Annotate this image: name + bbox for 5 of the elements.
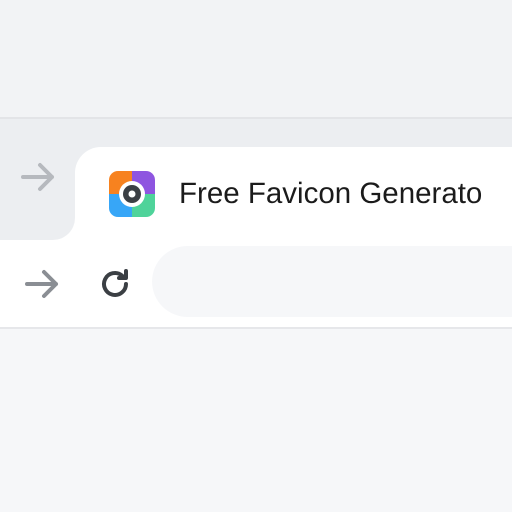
browser-tab[interactable]: Free Favicon Generato [75, 147, 512, 240]
forward-arrow-icon[interactable] [24, 268, 60, 298]
favicon-icon [109, 170, 155, 216]
tab-title: Free Favicon Generato [179, 176, 482, 210]
forward-arrow-icon[interactable] [20, 162, 56, 192]
